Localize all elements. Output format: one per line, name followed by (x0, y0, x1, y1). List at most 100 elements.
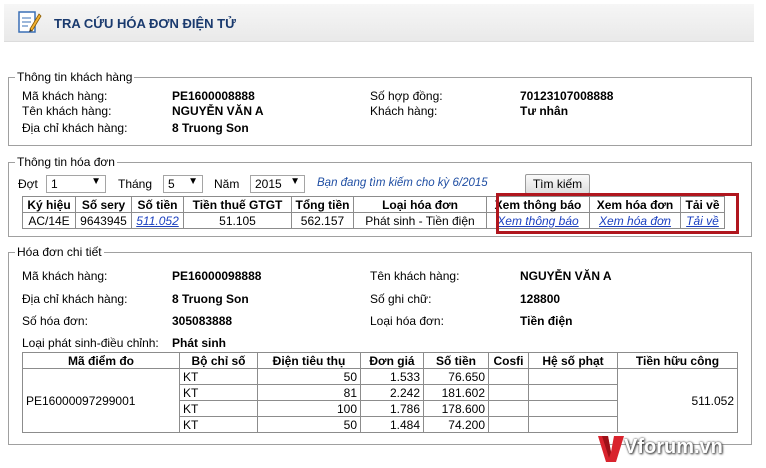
search-button[interactable]: Tìm kiếm (525, 174, 590, 194)
cell-cosfi (488, 416, 529, 433)
cell-ky-hieu: AC/14E (22, 212, 76, 229)
cell-loai-hoa-don: Phát sinh - Tiền điện (353, 212, 487, 229)
cell-cosfi (488, 384, 529, 401)
month-select[interactable]: 5 ▼ (163, 175, 203, 193)
cell-bo-chi-so: KT (179, 416, 258, 433)
cell-he-so-phat (528, 368, 618, 385)
invoice-number-label: Số hóa đơn: (22, 314, 88, 328)
page-title: TRA CỨU HÓA ĐƠN ĐIỆN TỬ (54, 16, 236, 31)
table-row: PE16000097299001 KT 50 1.533 76.650 511.… (22, 368, 738, 433)
cell-so-tien: 178.600 (423, 400, 489, 417)
col-header-so-tien: Số tiền (131, 196, 184, 213)
cell-so-tien: 74.200 (423, 416, 489, 433)
col-header-so-tien: Số tiền (423, 352, 489, 369)
cell-tien-thue: 51.105 (183, 212, 292, 229)
cell-so-sery: 9643945 (75, 212, 132, 229)
customer-type-label: Khách hàng: (370, 104, 438, 118)
contract-number-value: 70123107008888 (520, 89, 614, 103)
detail-table-header: Mã điểm đo Bộ chỉ số Điện tiêu thụ Đơn g… (22, 352, 738, 369)
customer-name-value: NGUYỄN VĂN A (172, 104, 264, 118)
col-header-xem-hoa-don: Xem hóa đơn (589, 196, 681, 213)
year-select[interactable]: 2015 ▼ (250, 175, 305, 193)
col-header-tai-ve: Tải về (680, 196, 725, 213)
col-header-ma-diem-do: Mã điểm đo (22, 352, 180, 369)
cell-don-gia: 1.786 (360, 400, 424, 417)
table-row: AC/14E 9643945 511.052 51.105 562.157 Ph… (22, 212, 725, 229)
invoice-table-header: Ký hiệu Số sery Số tiền Tiền thuế GTGT T… (22, 196, 725, 213)
view-notice-link[interactable]: Xem thông báo (497, 214, 578, 228)
chevron-down-icon: ▼ (188, 176, 198, 187)
adjustment-type-value: Phát sinh (172, 336, 227, 350)
cell-dien-tieu-thu: 100 (257, 400, 361, 417)
cell-cosfi (488, 368, 529, 385)
meter-reading-value: 128800 (520, 292, 561, 306)
detail-customer-name-value: NGUYỄN VĂN A (520, 269, 612, 283)
invoice-detail-legend: Hóa đơn chi tiết (17, 245, 102, 259)
watermark-text: Vforum.vn (624, 436, 723, 458)
meter-reading-label: Số ghi chữ: (370, 292, 432, 306)
detail-customer-name-label: Tên khách hàng: (370, 269, 460, 283)
period-select-value: 1 (51, 177, 58, 191)
cell-bo-chi-so: KT (179, 368, 258, 385)
period-label: Đợt (18, 177, 38, 191)
col-header-he-so-phat: Hệ số phạt (528, 352, 618, 369)
cell-don-gia: 1.533 (360, 368, 424, 385)
cell-don-gia: 1.484 (360, 416, 424, 433)
year-label: Năm (214, 177, 240, 191)
customer-info-legend: Thông tin khách hàng (17, 70, 133, 84)
year-select-value: 2015 (255, 177, 282, 191)
col-header-dien-tieu-thu: Điện tiêu thụ (257, 352, 361, 369)
cell-tien-huu-cong: 511.052 (617, 368, 738, 433)
cell-he-so-phat (528, 400, 618, 417)
cell-dien-tieu-thu: 50 (257, 368, 361, 385)
view-invoice-link[interactable]: Xem hóa đơn (599, 214, 671, 228)
col-header-tien-huu-cong: Tiền hữu công (617, 352, 738, 369)
col-header-tong-tien: Tổng tiền (291, 196, 354, 213)
col-header-so-sery: Số sery (75, 196, 132, 213)
cell-dien-tieu-thu: 50 (257, 416, 361, 433)
customer-address-value: 8 Truong Son (172, 121, 249, 135)
cell-he-so-phat (528, 384, 618, 401)
month-select-value: 5 (168, 177, 175, 191)
search-period-notice: Bạn đang tìm kiếm cho kỳ 6/2015 (317, 177, 488, 189)
period-select[interactable]: 1 ▼ (46, 175, 106, 193)
chevron-down-icon: ▼ (91, 176, 101, 187)
cell-tong-tien: 562.157 (291, 212, 354, 229)
cell-ma-diem-do: PE16000097299001 (22, 368, 180, 433)
cell-so-tien: 181.602 (423, 384, 489, 401)
edit-document-icon (18, 11, 42, 33)
customer-id-label: Mã khách hàng: (22, 89, 108, 103)
col-header-tien-thue: Tiền thuế GTGT (183, 196, 292, 213)
watermark: Vforum.vn (596, 432, 760, 464)
chevron-down-icon: ▼ (290, 176, 300, 187)
amount-link[interactable]: 511.052 (136, 214, 179, 228)
cell-cosfi (488, 400, 529, 417)
invoice-number-value: 305083888 (172, 314, 233, 328)
detail-address-label: Địa chỉ khách hàng: (22, 292, 128, 306)
col-header-ky-hieu: Ký hiệu (22, 196, 76, 213)
col-header-bo-chi-so: Bộ chỉ số (179, 352, 258, 369)
detail-address-value: 8 Truong Son (172, 292, 249, 306)
col-header-don-gia: Đơn giá (360, 352, 424, 369)
detail-customer-id-value: PE16000098888 (172, 269, 262, 283)
detail-customer-id-label: Mã khách hàng: (22, 269, 108, 283)
page-header: TRA CỨU HÓA ĐƠN ĐIỆN TỬ (4, 4, 754, 42)
cell-bo-chi-so: KT (179, 400, 258, 417)
cell-so-tien: 76.650 (423, 368, 489, 385)
adjustment-type-label: Loại phát sinh-điều chỉnh: (22, 336, 159, 350)
invoice-type-value: Tiền điện (520, 314, 573, 328)
customer-address-label: Địa chỉ khách hàng: (22, 121, 128, 135)
cell-bo-chi-so: KT (179, 384, 258, 401)
invoice-type-label: Loại hóa đơn: (370, 314, 444, 328)
col-header-cosfi: Cosfi (488, 352, 529, 369)
customer-id-value: PE1600008888 (172, 89, 255, 103)
col-header-xem-thong-bao: Xem thông báo (486, 196, 590, 213)
month-label: Tháng (118, 177, 153, 191)
cell-dien-tieu-thu: 81 (257, 384, 361, 401)
detail-table: Mã điểm đo Bộ chỉ số Điện tiêu thụ Đơn g… (22, 352, 738, 433)
download-link[interactable]: Tải về (686, 214, 719, 228)
vforum-logo-icon (598, 436, 624, 462)
cell-he-so-phat (528, 416, 618, 433)
customer-name-label: Tên khách hàng: (22, 104, 112, 118)
invoice-table: Ký hiệu Số sery Số tiền Tiền thuế GTGT T… (22, 196, 725, 229)
